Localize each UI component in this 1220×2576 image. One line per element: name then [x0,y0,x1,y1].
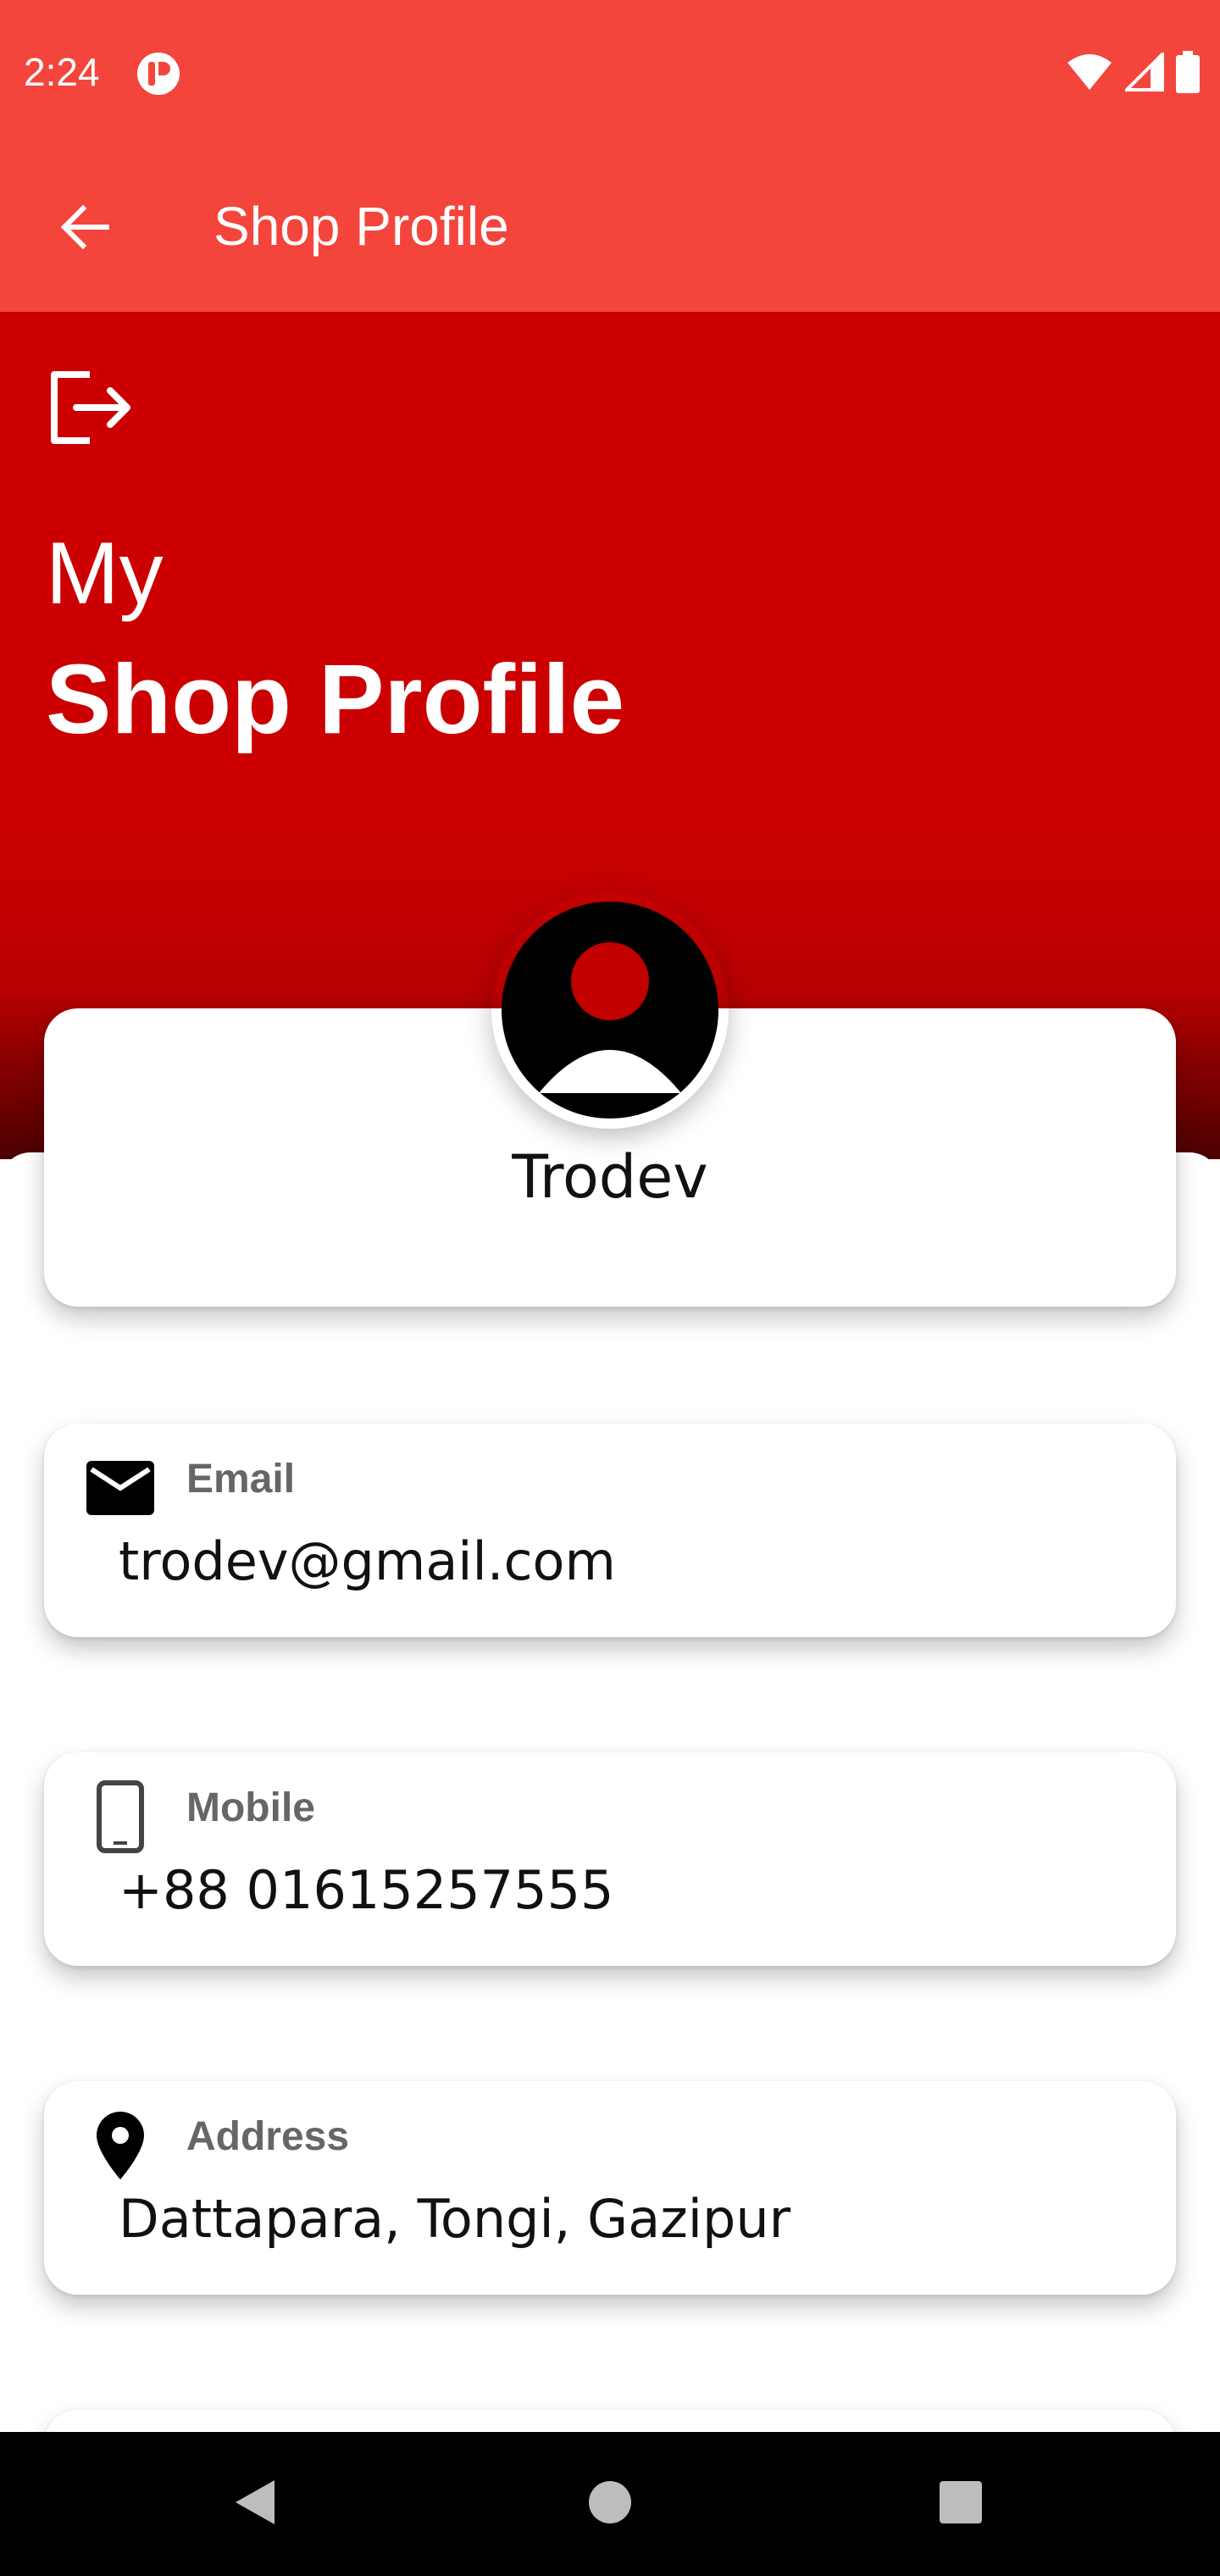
mobile-card[interactable]: Mobile +88 01615257555 [44,1752,1176,1966]
mobile-value: +88 01615257555 [119,1859,614,1921]
heading-shop-profile: Shop Profile [46,644,625,754]
app-notification-icon [136,51,181,97]
status-time: 2:24 [24,50,100,94]
status-bar: 2:24 [0,0,1220,146]
email-label: Email [186,1457,296,1502]
nav-recents-icon [937,2479,984,2530]
email-icon [78,1446,163,1530]
nav-back-button[interactable] [212,2462,297,2546]
email-value: trodev@gmail.com [119,1530,616,1592]
app-bar: Shop Profile [0,146,1220,312]
address-value: Dattapara, Tongi, Gazipur [119,2188,791,2250]
arrow-left-icon [58,200,112,258]
account-circle-icon [502,902,718,1119]
heading-my: My [46,525,164,623]
shop-name: Trodev [512,1142,708,1212]
phone-icon [78,1774,163,1859]
status-icons [1066,49,1200,97]
avatar[interactable] [491,891,729,1129]
signal-icon [1123,49,1164,96]
battery-icon [1176,50,1200,97]
back-button[interactable] [47,192,122,266]
nav-back-icon [229,2477,280,2532]
nav-home-button[interactable] [568,2462,652,2546]
nav-home-icon [586,2479,634,2530]
logout-icon [46,371,139,459]
app-bar-title: Shop Profile [214,196,509,257]
mobile-label: Mobile [186,1785,315,1830]
logout-button[interactable] [46,363,139,456]
nav-recents-button[interactable] [918,2462,1003,2546]
email-card[interactable]: Email trodev@gmail.com [44,1424,1176,1637]
address-card[interactable]: Address Dattapara, Tongi, Gazipur [44,2081,1176,2295]
system-nav-bar [0,2432,1220,2576]
wifi-icon [1066,53,1113,96]
address-label: Address [186,2114,350,2159]
location-pin-icon [78,2103,163,2188]
